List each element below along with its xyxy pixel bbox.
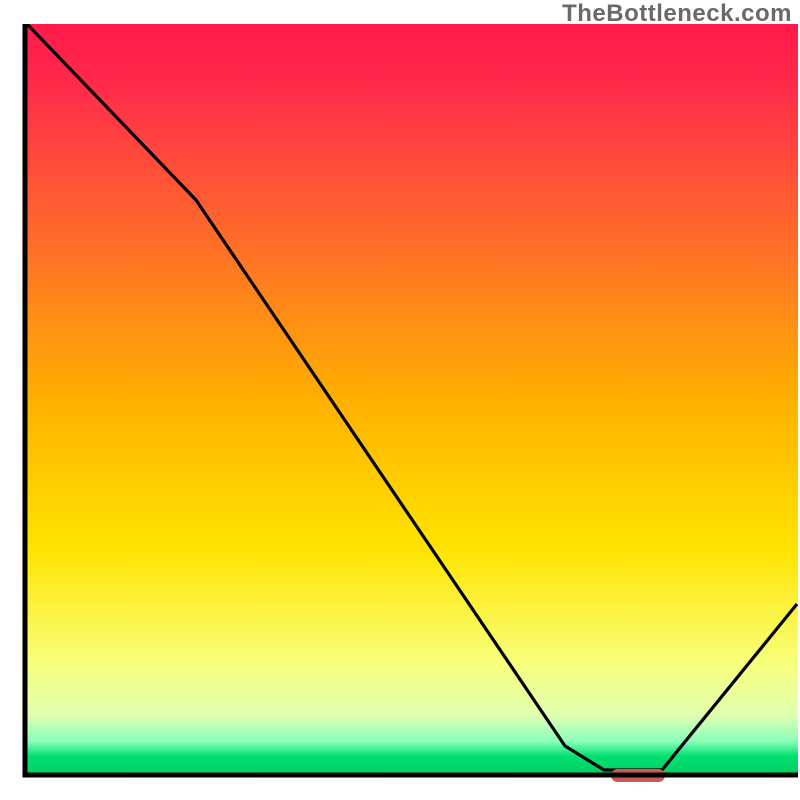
chart-svg (0, 0, 800, 800)
watermark-text: TheBottleneck.com (562, 0, 792, 28)
plot-background (25, 24, 798, 775)
chart-stage: { "watermark": "TheBottleneck.com", "cha… (0, 0, 800, 800)
